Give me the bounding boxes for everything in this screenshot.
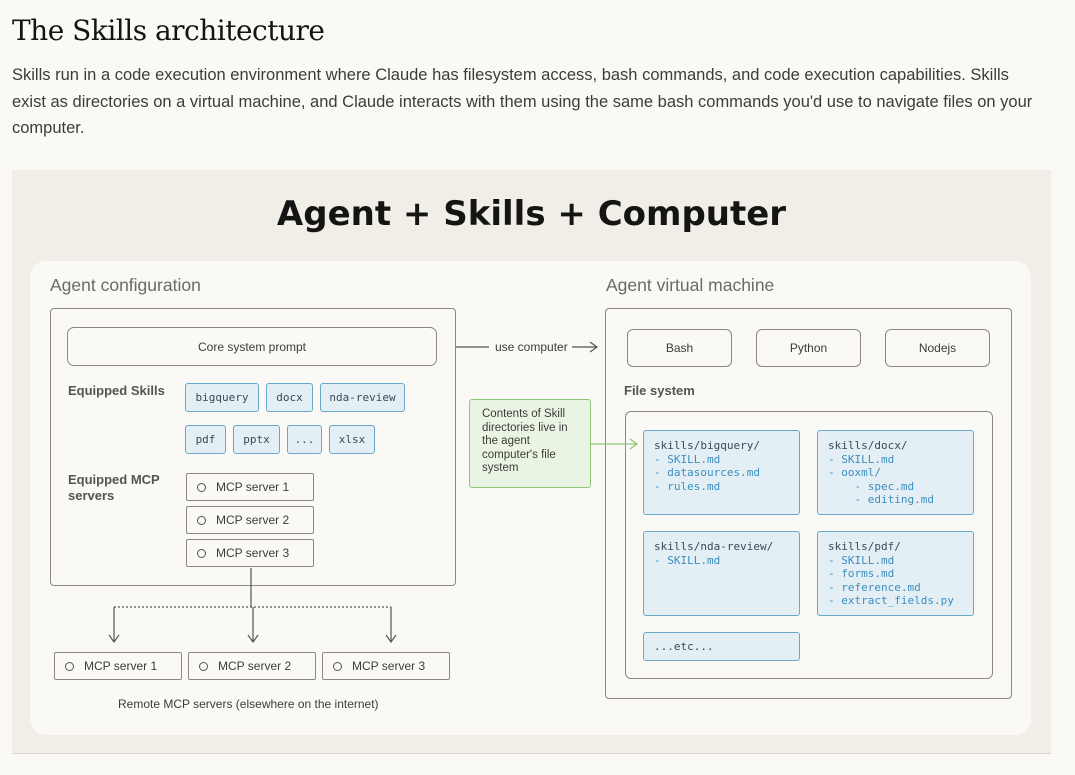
skill-tag: nda-review bbox=[320, 383, 405, 412]
skill-contents-note: Contents of Skill directories live in th… bbox=[469, 399, 591, 488]
skill-tag: ... bbox=[287, 425, 322, 454]
server-dot-icon bbox=[333, 661, 342, 671]
mcp-label: MCP server 1 bbox=[216, 480, 290, 494]
skill-tag: xlsx bbox=[329, 425, 375, 454]
server-dot-icon bbox=[197, 482, 206, 492]
file-entry: - reference.md bbox=[828, 580, 921, 594]
equipped-mcp-label: Equipped MCP servers bbox=[68, 472, 160, 503]
dir-name: skills/bigquery/ bbox=[654, 439, 760, 452]
runtime-bash: Bash bbox=[627, 329, 732, 367]
equipped-mcp-server-2: MCP server 2 bbox=[186, 506, 314, 534]
mcp-label: MCP server 3 bbox=[352, 659, 426, 673]
mcp-label: MCP server 1 bbox=[84, 659, 158, 673]
remote-mcp-server-2: MCP server 2 bbox=[188, 652, 316, 680]
dir-name: skills/nda-review/ bbox=[654, 540, 774, 553]
server-dot-icon bbox=[65, 661, 74, 671]
dir-bigquery: skills/bigquery/ - SKILL.md - datasource… bbox=[643, 430, 800, 515]
mcp-label: MCP server 2 bbox=[216, 513, 290, 527]
file-entry: - editing.md bbox=[828, 493, 934, 507]
dir-nda-review: skills/nda-review/ - SKILL.md bbox=[643, 531, 800, 616]
remote-mcp-server-1: MCP server 1 bbox=[54, 652, 182, 680]
etc-label: ...etc... bbox=[654, 639, 714, 653]
remote-mcp-server-3: MCP server 3 bbox=[322, 652, 450, 680]
file-entry: - rules.md bbox=[654, 479, 721, 493]
dir-name: skills/docx/ bbox=[828, 439, 908, 452]
core-system-prompt: Core system prompt bbox=[67, 327, 437, 366]
server-dot-icon bbox=[199, 661, 208, 671]
dir-name: skills/pdf/ bbox=[828, 540, 901, 553]
file-entry: - SKILL.md bbox=[828, 553, 895, 567]
dir-docx: skills/docx/ - SKILL.md - ooxml/ - spec.… bbox=[817, 430, 974, 515]
file-entry: - datasources.md bbox=[654, 466, 760, 480]
file-entry: - SKILL.md bbox=[828, 452, 895, 466]
page-heading: The Skills architecture bbox=[12, 14, 325, 47]
file-entry: - extract_fields.py bbox=[828, 594, 954, 608]
use-computer-label: use computer bbox=[493, 340, 570, 354]
diagram-title: Agent + Skills + Computer bbox=[276, 194, 787, 234]
runtime-python: Python bbox=[756, 329, 861, 367]
file-entry: - SKILL.md bbox=[654, 553, 721, 567]
file-entry: - spec.md bbox=[828, 479, 915, 493]
equipped-mcp-server-3: MCP server 3 bbox=[186, 539, 314, 567]
skill-tag: pdf bbox=[185, 425, 226, 454]
agent-config-label: Agent configuration bbox=[50, 275, 201, 295]
mcp-label: MCP server 3 bbox=[216, 546, 290, 560]
server-dot-icon bbox=[197, 548, 206, 558]
intro-paragraph: Skills run in a code execution environme… bbox=[12, 66, 1033, 137]
vm-label: Agent virtual machine bbox=[606, 275, 775, 295]
file-entry: - forms.md bbox=[828, 567, 895, 581]
mcp-label: MCP server 2 bbox=[218, 659, 292, 673]
remote-mcp-caption: Remote MCP servers (elsewhere on the int… bbox=[118, 697, 379, 711]
skill-tag: docx bbox=[266, 383, 313, 412]
equipped-mcp-server-1: MCP server 1 bbox=[186, 473, 314, 501]
dir-etc: ...etc... bbox=[643, 632, 800, 661]
server-dot-icon bbox=[197, 515, 206, 525]
skill-tag: pptx bbox=[233, 425, 280, 454]
skill-tag: bigquery bbox=[185, 383, 259, 412]
file-system-label: File system bbox=[624, 383, 695, 398]
runtime-nodejs: Nodejs bbox=[885, 329, 990, 367]
file-entry: - ooxml/ bbox=[828, 466, 881, 480]
equipped-skills-label: Equipped Skills bbox=[68, 383, 165, 398]
dir-pdf: skills/pdf/ - SKILL.md - forms.md - refe… bbox=[817, 531, 974, 616]
file-entry: - SKILL.md bbox=[654, 452, 721, 466]
